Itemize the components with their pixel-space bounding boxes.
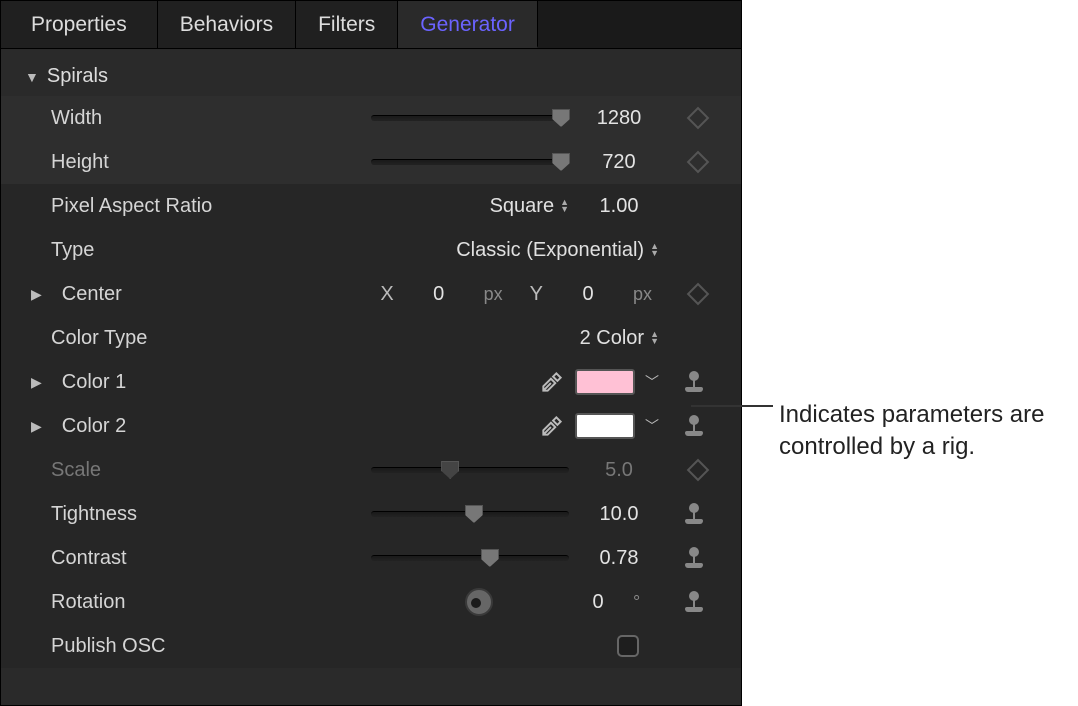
center-x-label: X [380,283,393,306]
tab-bar: Properties Behaviors Filters Generator [1,1,741,49]
eyedropper-icon[interactable] [539,369,565,395]
disclosure-right-icon[interactable]: ▶ [31,286,42,303]
param-colortype-label: Color Type [51,327,241,350]
keyframe-icon[interactable] [687,107,710,130]
color1-swatch[interactable] [575,369,635,395]
rig-joystick-icon[interactable] [683,371,705,393]
par-popup[interactable]: Square [490,195,569,218]
inspector-panel: Properties Behaviors Filters Generator ▼… [0,0,742,706]
param-rotation-label: Rotation [51,591,241,614]
param-tightness-label: Tightness [51,503,241,526]
tab-generator[interactable]: Generator [398,1,538,48]
param-type-label: Type [51,239,241,262]
center-y-unit: px [633,284,659,305]
stepper-icon [560,199,569,213]
param-center-label: Center [62,283,232,306]
color2-swatch[interactable] [575,413,635,439]
center-x-unit: px [484,284,510,305]
section-title: Spirals [47,65,108,88]
tab-behaviors[interactable]: Behaviors [158,1,296,48]
rotation-value[interactable]: 0 [573,591,623,614]
width-value[interactable]: 1280 [579,107,659,130]
rig-joystick-icon[interactable] [683,415,705,437]
eyedropper-icon[interactable] [539,413,565,439]
param-scale-label: Scale [51,459,241,482]
param-color2-label: Color 2 [62,415,232,438]
section-spirals-header[interactable]: ▼ Spirals [1,57,741,96]
contrast-slider[interactable] [371,555,569,561]
rig-joystick-icon[interactable] [683,591,705,613]
tab-properties[interactable]: Properties [1,1,158,48]
stepper-icon [650,331,659,345]
height-value[interactable]: 720 [579,151,659,174]
center-y-label: Y [530,283,543,306]
param-color1-label: Color 1 [62,371,232,394]
center-y-value[interactable]: 0 [563,283,613,306]
rotation-unit: ° [633,592,659,613]
rotation-dial[interactable] [465,588,493,616]
tab-filters[interactable]: Filters [296,1,398,48]
rig-joystick-icon[interactable] [683,503,705,525]
publish-osc-checkbox[interactable] [617,635,639,657]
param-publish-label: Publish OSC [51,635,241,658]
disclosure-right-icon[interactable]: ▶ [31,374,42,391]
height-slider[interactable] [371,159,569,165]
param-contrast-label: Contrast [51,547,241,570]
scale-slider [371,467,569,473]
width-slider[interactable] [371,115,569,121]
keyframe-icon[interactable] [687,151,710,174]
param-width-label: Width [51,107,241,130]
par-value[interactable]: 1.00 [579,195,659,218]
chevron-down-icon[interactable]: ﹀ [645,372,659,392]
contrast-value[interactable]: 0.78 [579,547,659,570]
scale-value: 5.0 [579,459,659,482]
rig-joystick-icon[interactable] [683,547,705,569]
keyframe-icon[interactable] [687,283,710,306]
colortype-popup[interactable]: 2 Color [580,327,659,350]
chevron-down-icon[interactable]: ﹀ [645,416,659,436]
param-height-label: Height [51,151,241,174]
center-x-value[interactable]: 0 [414,283,464,306]
param-par-label: Pixel Aspect Ratio [51,195,241,218]
tightness-value[interactable]: 10.0 [579,503,659,526]
stepper-icon [650,243,659,257]
tightness-slider[interactable] [371,511,569,517]
keyframe-icon[interactable] [687,459,710,482]
disclosure-down-icon[interactable]: ▼ [25,69,39,85]
disclosure-right-icon[interactable]: ▶ [31,418,42,435]
type-popup[interactable]: Classic (Exponential) [456,239,659,262]
